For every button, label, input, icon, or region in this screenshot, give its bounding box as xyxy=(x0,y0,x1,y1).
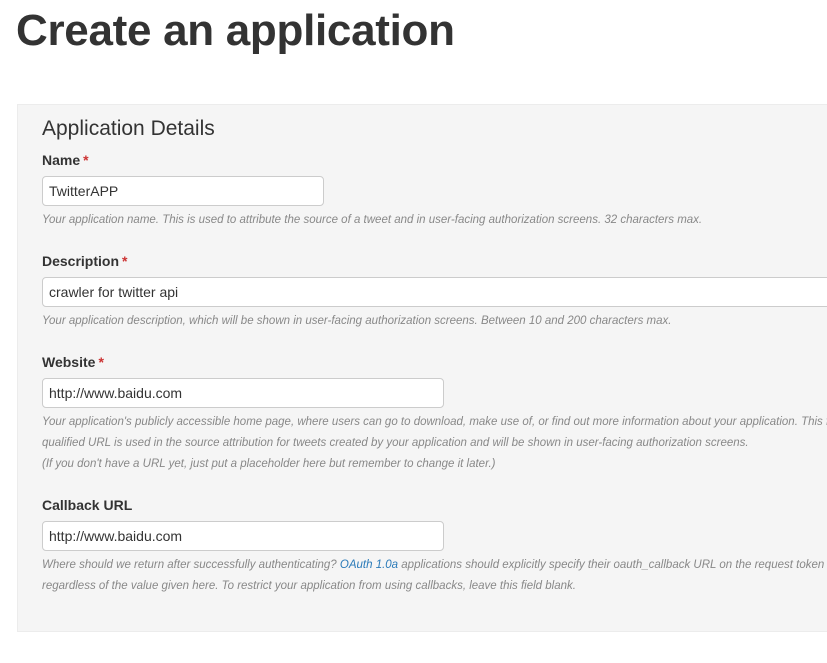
website-label: Website * xyxy=(42,354,104,370)
name-label: Name * xyxy=(42,152,89,168)
description-label-text: Description xyxy=(42,253,120,269)
callback-url-label-text: Callback URL xyxy=(42,497,133,513)
description-input[interactable] xyxy=(42,277,827,307)
callback-url-help-text-line2: regardless of the value given here. To r… xyxy=(42,580,576,592)
website-input[interactable] xyxy=(42,378,444,408)
website-help-text-line3: (If you don't have a URL yet, just put a… xyxy=(42,458,496,470)
name-help-text: Your application name. This is used to a… xyxy=(42,214,703,226)
callback-help-after-link: applications should explicitly specify t… xyxy=(398,559,827,571)
name-required-marker: * xyxy=(83,152,89,168)
callback-url-label: Callback URL xyxy=(42,497,132,513)
website-label-text: Website xyxy=(42,354,96,370)
section-heading: Application Details xyxy=(42,117,215,140)
website-required-marker: * xyxy=(98,354,104,370)
application-details-panel: Application Details Name* Your applicati… xyxy=(17,104,827,632)
description-label: Description * xyxy=(42,253,127,269)
website-help-text-line2: qualified URL is used in the source attr… xyxy=(42,437,749,449)
name-input[interactable] xyxy=(42,176,324,206)
website-help-text-line1: Your application's publicly accessible h… xyxy=(42,416,827,428)
page-title: Create an application xyxy=(16,6,455,55)
description-help-text: Your application description, which will… xyxy=(42,315,672,327)
callback-url-input[interactable] xyxy=(42,521,444,551)
callback-help-before-link: Where should we return after successfull… xyxy=(42,559,340,571)
create-application-page: Create an application Application Detail… xyxy=(0,0,827,663)
callback-url-help-text-line1: Where should we return after successfull… xyxy=(42,555,827,576)
description-required-marker: * xyxy=(122,253,128,269)
name-label-text: Name xyxy=(42,152,81,168)
oauth-link[interactable]: OAuth 1.0a xyxy=(340,559,398,571)
